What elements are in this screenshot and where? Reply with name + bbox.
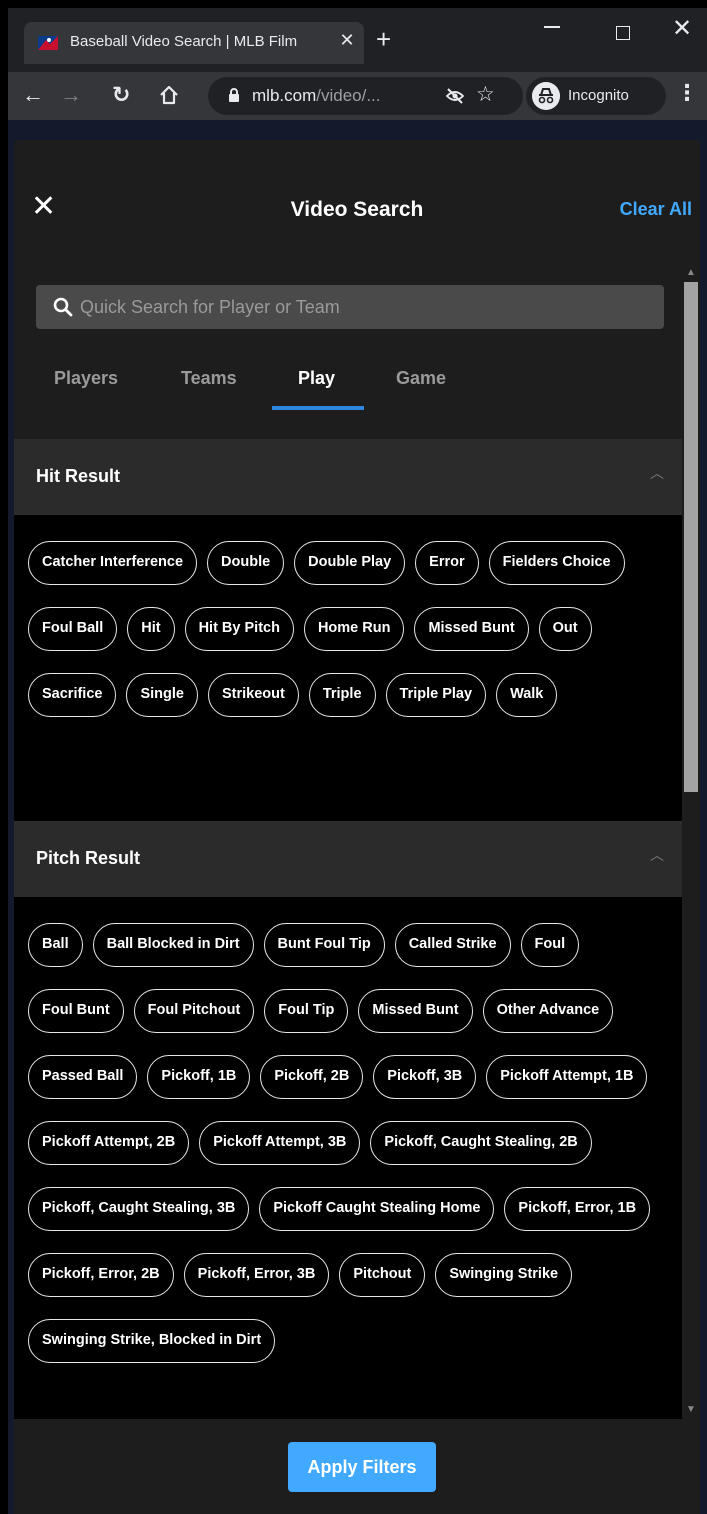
filter-pill[interactable]: Missed Bunt [414, 607, 529, 651]
pitch-result-options: Ball Ball Blocked in Dirt Bunt Foul Tip Cal… [14, 897, 682, 1419]
filter-pill[interactable]: Pickoff, Error, 2B [28, 1253, 174, 1297]
browser-tab[interactable]: Baseball Video Search | MLB Film ✕ [24, 22, 364, 64]
tab-players[interactable]: Players [54, 368, 118, 389]
filter-pill[interactable]: Foul Bunt [28, 989, 124, 1033]
filter-tabs: Players Teams Play Game [14, 368, 682, 410]
filter-pill[interactable]: Swinging Strike, Blocked in Dirt [28, 1319, 276, 1363]
filter-pill[interactable]: Pickoff Attempt, 2B [28, 1121, 190, 1165]
filter-pill[interactable]: Passed Ball [28, 1055, 138, 1099]
filter-pill[interactable]: Pickoff, 3B [373, 1055, 477, 1099]
incognito-badge[interactable]: Incognito [526, 77, 666, 115]
filter-pill[interactable]: Pickoff Attempt, 1B [486, 1055, 648, 1099]
scroll-up-arrow-icon[interactable]: ▲ [686, 267, 696, 278]
filter-pill[interactable]: Walk [496, 673, 558, 717]
filter-pill[interactable]: Ball Blocked in Dirt [92, 923, 254, 967]
hit-result-pill-list: Catcher Interference Double Double Play Err… [28, 541, 678, 717]
chevron-up-icon[interactable]: ︿ [650, 845, 664, 865]
incognito-icon [532, 82, 560, 110]
filter-pill[interactable]: Triple Play [385, 673, 487, 717]
filter-pill[interactable]: Out [538, 607, 592, 651]
filter-pill[interactable]: Pickoff, Error, 1B [504, 1187, 651, 1231]
section-title: Hit Result [36, 466, 121, 486]
hit-result-options: Catcher Interference Double Double Play Err… [14, 515, 682, 821]
filter-pill[interactable]: Catcher Interference [28, 541, 198, 585]
reload-icon[interactable]: ↻ [112, 82, 130, 108]
filter-pill[interactable]: Hit By Pitch [184, 607, 294, 651]
pitch-result-pill-list: Ball Ball Blocked in Dirt Bunt Foul Tip Cal… [28, 923, 678, 1363]
page-title: Video Search [290, 198, 424, 221]
forward-arrow-icon[interactable]: → [60, 82, 82, 108]
filter-pill[interactable]: Pickoff, Caught Stealing, 3B [28, 1187, 250, 1231]
lock-icon [229, 88, 239, 102]
filter-pill[interactable]: Pickoff, Caught Stealing, 2B [370, 1121, 592, 1165]
browser-chrome: Baseball Video Search | MLB Film ✕ + ✕ ←… [8, 8, 707, 120]
home-icon[interactable] [158, 84, 180, 106]
tracking-blocked-icon[interactable] [445, 86, 465, 106]
filter-pill[interactable]: Bunt Foul Tip [263, 923, 385, 967]
window-close-icon[interactable]: ✕ [672, 14, 692, 43]
scrollbar-thumb[interactable] [684, 282, 698, 792]
filter-pill[interactable]: Hit [127, 607, 175, 651]
filter-pill[interactable]: Pickoff, 1B [147, 1055, 251, 1099]
search-icon [53, 297, 73, 317]
tab-play[interactable]: Play [298, 368, 335, 389]
tab-teams[interactable]: Teams [181, 368, 237, 389]
tab-close-icon[interactable]: ✕ [336, 30, 358, 51]
video-search-panel: ✕ Video Search Clear All Players Teams P… [14, 140, 700, 1514]
minimize-icon[interactable] [544, 26, 560, 28]
filter-pill[interactable]: Missed Bunt [358, 989, 473, 1033]
filter-pill[interactable]: Pickoff Attempt, 3B [199, 1121, 361, 1165]
scrollbar[interactable]: ▲ ▼ [682, 264, 700, 1419]
filter-pill[interactable]: Pickoff Caught Stealing Home [259, 1187, 495, 1231]
hit-result-header[interactable]: Hit Result ︿ [14, 439, 682, 515]
filter-pill[interactable]: Double [207, 541, 285, 585]
filter-pill[interactable]: Pitchout [339, 1253, 426, 1297]
filter-pill[interactable]: Foul Pitchout [133, 989, 255, 1033]
apply-filters-button[interactable]: Apply Filters [288, 1442, 436, 1492]
section-title: Pitch Result [36, 848, 141, 868]
search-box[interactable] [36, 285, 664, 329]
pitch-result-header[interactable]: Pitch Result ︿ [14, 821, 682, 897]
back-arrow-icon[interactable]: ← [22, 82, 44, 108]
filter-pill[interactable]: Sacrifice [28, 673, 117, 717]
filter-pill[interactable]: Foul Tip [264, 989, 349, 1033]
filter-pill[interactable]: Ball [28, 923, 83, 967]
search-input[interactable] [80, 285, 640, 329]
tab-game[interactable]: Game [396, 368, 446, 389]
filter-pill[interactable]: Other Advance [482, 989, 614, 1033]
browser-menu-icon[interactable]: ⋮ [676, 80, 698, 106]
active-tab-indicator [272, 406, 364, 410]
filter-pill[interactable]: Error [415, 541, 479, 585]
filter-pill[interactable]: Foul Ball [28, 607, 118, 651]
scroll-down-arrow-icon[interactable]: ▼ [686, 1404, 696, 1415]
footer-bar: Apply Filters [14, 1419, 700, 1514]
filter-pill[interactable]: Single [126, 673, 198, 717]
filter-scroll-area[interactable]: Players Teams Play Game Hit Result ︿ Cat… [14, 264, 700, 1419]
filter-pill[interactable]: Home Run [303, 607, 405, 651]
filter-pill[interactable]: Pickoff, Error, 3B [183, 1253, 330, 1297]
filter-pill[interactable]: Swinging Strike [435, 1253, 573, 1297]
filter-pill[interactable]: Called Strike [394, 923, 511, 967]
page-background: ✕ Video Search Clear All Players Teams P… [8, 120, 707, 1514]
filter-pill[interactable]: Foul [520, 923, 580, 967]
filter-pill[interactable]: Pickoff, 2B [260, 1055, 364, 1099]
tab-title: Baseball Video Search | MLB Film [70, 33, 298, 50]
incognito-label: Incognito [568, 87, 629, 104]
url-text: mlb.com/video/... [252, 86, 381, 105]
mlb-logo-icon [38, 36, 58, 50]
browser-toolbar: ← → ↻ mlb.com/video/... ☆ Incognito ⋮ [8, 72, 707, 120]
address-bar[interactable]: mlb.com/video/... ☆ [208, 77, 523, 115]
new-tab-button[interactable]: + [376, 26, 391, 52]
chevron-up-icon[interactable]: ︿ [650, 463, 664, 483]
filter-pill[interactable]: Triple [308, 673, 376, 717]
filter-pill[interactable]: Double Play [294, 541, 406, 585]
clear-all-button[interactable]: Clear All [620, 199, 692, 220]
filter-pill[interactable]: Fielders Choice [488, 541, 625, 585]
bookmark-star-icon[interactable]: ☆ [476, 82, 495, 107]
filter-pill[interactable]: Strikeout [207, 673, 299, 717]
tab-strip: Baseball Video Search | MLB Film ✕ + ✕ [8, 8, 707, 72]
maximize-icon[interactable] [616, 26, 630, 40]
